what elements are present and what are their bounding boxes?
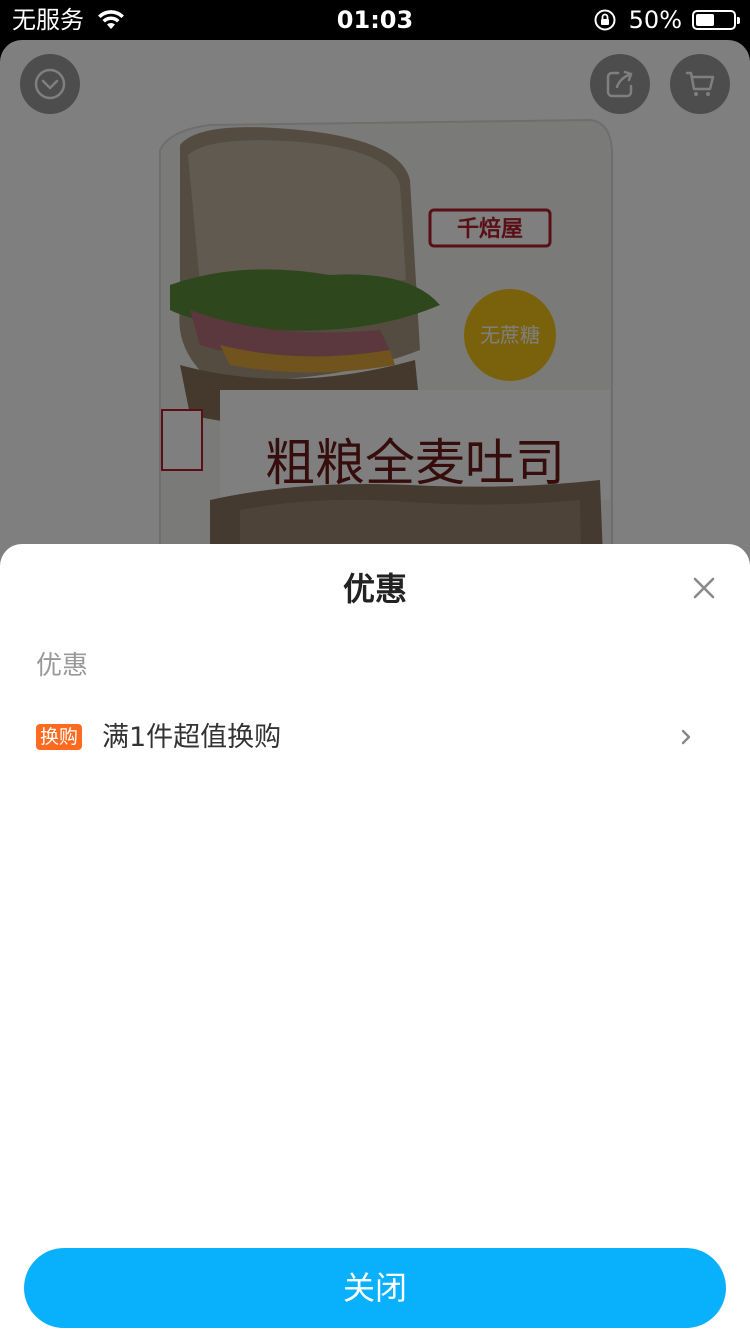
product-badge: 无蔗糖 bbox=[480, 323, 540, 347]
promotion-row[interactable]: 换购 满1件超值换购 bbox=[0, 716, 750, 760]
sheet-title: 优惠 bbox=[342, 570, 407, 608]
brand-label: 千焙屋 bbox=[457, 216, 523, 242]
product-image: 千焙屋 无蔗糖 粗粮全麦吐司 bbox=[159, 118, 613, 600]
section-label: 优惠 bbox=[36, 651, 89, 681]
product-name: 粗粮全麦吐司 bbox=[265, 434, 565, 492]
cart-button[interactable] bbox=[670, 54, 730, 114]
close-button[interactable]: 关闭 bbox=[24, 1248, 726, 1328]
battery-fill bbox=[696, 14, 714, 26]
battery-icon bbox=[692, 10, 740, 30]
rotation-lock-icon bbox=[594, 9, 616, 31]
collapse-button[interactable] bbox=[20, 54, 80, 114]
share-button[interactable] bbox=[590, 54, 650, 114]
screen: 无服务 01:03 50% 千焙屋 无蔗糖 粗粮全麦吐司 优惠 优惠 换购 满1… bbox=[0, 0, 750, 1334]
status-right: 50% bbox=[593, 4, 740, 36]
close-icon[interactable] bbox=[690, 574, 718, 602]
status-bar: 无服务 01:03 50% bbox=[0, 0, 750, 40]
share-icon bbox=[606, 70, 633, 98]
promotion-sheet: 优惠 优惠 换购 满1件超值换购 关闭 bbox=[0, 544, 750, 1334]
product-page: 千焙屋 无蔗糖 粗粮全麦吐司 bbox=[0, 40, 750, 600]
promotion-text: 满1件超值换购 bbox=[102, 722, 282, 753]
cart-icon bbox=[685, 71, 715, 96]
chevron-down-icon bbox=[34, 68, 66, 100]
promotion-badge: 换购 bbox=[36, 724, 83, 750]
battery-percent: 50% bbox=[628, 6, 682, 34]
chevron-right-icon bbox=[681, 729, 691, 745]
